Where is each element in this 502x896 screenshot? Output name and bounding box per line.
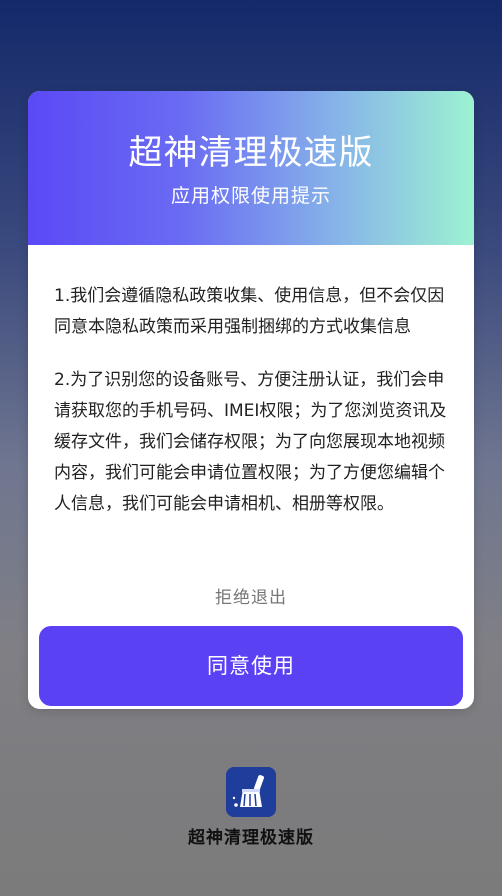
dialog-header: 超神清理极速版 应用权限使用提示 [28, 91, 474, 245]
dialog-title: 超神清理极速版 [128, 133, 374, 173]
permission-paragraph-2: 2.为了识别您的设备账号、方便注册认证，我们会申请获取您的手机号码、IMEI权限… [54, 370, 447, 514]
permission-paragraph-1: 1.我们会遵循隐私政策收集、使用信息，但不会仅因同意本隐私政策而采用强制捆绑的方… [54, 286, 445, 337]
content-fade [54, 525, 450, 555]
reject-exit-button[interactable]: 拒绝退出 [28, 583, 474, 613]
permission-dialog: 超神清理极速版 应用权限使用提示 1.我们会遵循隐私政策收集、使用信息，但不会仅… [28, 91, 474, 709]
broom-icon [226, 767, 276, 817]
permission-text-scroll[interactable]: 1.我们会遵循隐私政策收集、使用信息，但不会仅因同意本隐私政策而采用强制捆绑的方… [54, 281, 450, 555]
footer-app-name: 超神清理极速版 [188, 828, 314, 848]
dialog-subtitle: 应用权限使用提示 [170, 185, 331, 207]
agree-use-button[interactable]: 同意使用 [39, 626, 463, 706]
